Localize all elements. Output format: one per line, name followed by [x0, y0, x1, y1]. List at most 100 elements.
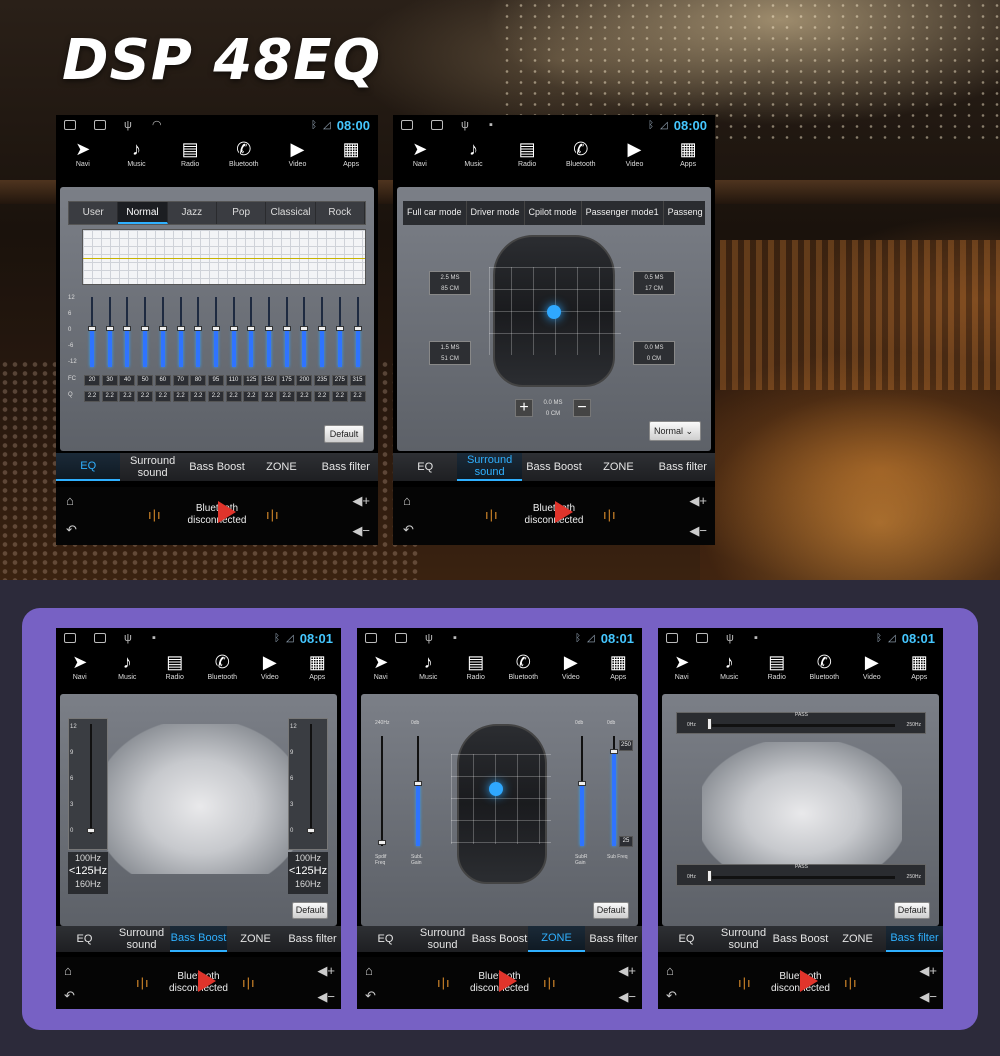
fc-value[interactable]: 235: [314, 375, 331, 386]
play-icon[interactable]: [218, 501, 236, 523]
q-value[interactable]: 2.2: [119, 391, 136, 402]
default-button[interactable]: Default: [292, 902, 328, 919]
back-icon[interactable]: ↶: [66, 522, 77, 538]
slider-knob[interactable]: [353, 326, 362, 331]
fc-value[interactable]: 30: [101, 375, 118, 386]
home-icon[interactable]: ⌂: [66, 493, 77, 508]
slider-knob[interactable]: [265, 326, 273, 331]
eq-band-slider[interactable]: [282, 297, 291, 367]
tab-surround[interactable]: Surround sound: [414, 926, 471, 952]
fc-value[interactable]: 70: [172, 375, 189, 386]
mode-passenger1[interactable]: Passenger mode1: [582, 201, 664, 225]
q-value[interactable]: 2.2: [137, 391, 154, 402]
slider-knob[interactable]: [87, 828, 95, 833]
eq-band-slider[interactable]: [335, 297, 344, 367]
volume-down-icon[interactable]: ◀−: [919, 989, 937, 1005]
q-value[interactable]: 2.2: [84, 391, 100, 402]
app-bluetooth[interactable]: ✆ Bluetooth: [221, 137, 267, 179]
slider-knob[interactable]: [176, 326, 185, 331]
app-radio[interactable]: ▤ Radio: [167, 137, 213, 179]
fc-value[interactable]: 50: [137, 375, 154, 386]
app-apps[interactable]: ▦ Apps: [665, 137, 711, 179]
app-bluetooth[interactable]: ✆ Bluetooth: [558, 137, 604, 179]
tab-eq[interactable]: EQ: [658, 926, 715, 952]
play-icon[interactable]: [555, 501, 573, 523]
slider-knob[interactable]: [335, 326, 344, 331]
slider-knob[interactable]: [141, 326, 150, 331]
app-navi[interactable]: ➤ Navi: [358, 650, 404, 692]
slider-knob[interactable]: [307, 828, 315, 833]
volume-up-icon[interactable]: ◀+: [618, 963, 636, 979]
slider-knob[interactable]: [707, 718, 712, 730]
q-value[interactable]: 2.2: [207, 391, 224, 402]
mode-driver[interactable]: Driver mode: [467, 201, 525, 225]
slider-knob[interactable]: [105, 326, 114, 331]
tab-bass-boost[interactable]: Bass Boost: [170, 926, 227, 952]
app-radio[interactable]: ▤ Radio: [754, 650, 800, 692]
zone-slider[interactable]: [414, 736, 422, 846]
q-value[interactable]: 2.2: [261, 391, 277, 402]
fc-value[interactable]: 20: [84, 375, 100, 386]
app-video[interactable]: ▶ Video: [611, 137, 657, 179]
right-freq-list[interactable]: 100Hz <125Hz 160Hz: [288, 852, 328, 894]
q-value[interactable]: 2.2: [349, 391, 366, 402]
preset-pop[interactable]: Pop: [217, 202, 267, 224]
app-video[interactable]: ▶ Video: [548, 650, 594, 692]
app-navi[interactable]: ➤ Navi: [659, 650, 705, 692]
tab-bass-boost[interactable]: Bass Boost: [471, 926, 528, 952]
back-icon[interactable]: ↶: [403, 522, 414, 538]
zone-slider[interactable]: [578, 736, 586, 846]
fc-value[interactable]: 315: [349, 375, 366, 386]
app-apps[interactable]: ▦ Apps: [328, 137, 374, 179]
slider-knob[interactable]: [610, 749, 618, 754]
default-button[interactable]: Default: [894, 902, 930, 919]
preset-classical[interactable]: Classical: [266, 202, 316, 224]
tab-surround[interactable]: Surround sound: [120, 453, 184, 481]
tab-surround[interactable]: Surround sound: [113, 926, 170, 952]
slider-knob[interactable]: [707, 870, 712, 882]
slider-knob[interactable]: [282, 326, 291, 331]
app-music[interactable]: ♪ Music: [104, 650, 150, 692]
eq-band-slider[interactable]: [176, 297, 185, 367]
mode-copilot[interactable]: Cpilot mode: [525, 201, 582, 225]
zone-slider[interactable]: [378, 736, 386, 846]
default-button[interactable]: Default: [324, 425, 364, 443]
volume-up-icon[interactable]: ◀+: [352, 493, 370, 509]
tab-surround[interactable]: Surround sound: [457, 453, 522, 481]
tab-bass-filter[interactable]: Bass filter: [651, 453, 715, 481]
fc-value[interactable]: 40: [119, 375, 136, 386]
home-icon[interactable]: ⌂: [64, 963, 75, 978]
fc-value[interactable]: 275: [331, 375, 348, 386]
home-icon[interactable]: ⌂: [365, 963, 376, 978]
eq-band-slider[interactable]: [247, 297, 256, 367]
zone-position-marker[interactable]: [489, 782, 503, 796]
fc-value[interactable]: 125: [243, 375, 260, 386]
app-music[interactable]: ♪ Music: [405, 650, 451, 692]
preset-user[interactable]: User: [69, 202, 119, 224]
tab-zone[interactable]: ZONE: [528, 926, 585, 952]
app-music[interactable]: ♪ Music: [706, 650, 752, 692]
increase-delay-button[interactable]: +: [515, 399, 533, 417]
slider-knob[interactable]: [578, 781, 586, 786]
delay-front-left[interactable]: 2.5 MS 85 CM: [429, 271, 471, 295]
app-video[interactable]: ▶ Video: [849, 650, 895, 692]
rear-pass-slider[interactable]: PASS 0Hz 250Hz: [676, 864, 926, 886]
tab-zone[interactable]: ZONE: [227, 926, 284, 952]
q-value[interactable]: 2.2: [296, 391, 313, 402]
boost-slider[interactable]: [87, 724, 95, 834]
tab-eq[interactable]: EQ: [357, 926, 414, 952]
volume-down-icon[interactable]: ◀−: [618, 989, 636, 1005]
left-freq-list[interactable]: 100Hz <125Hz 160Hz: [68, 852, 108, 894]
tab-zone[interactable]: ZONE: [829, 926, 886, 952]
eq-band-slider[interactable]: [211, 297, 220, 367]
app-radio[interactable]: ▤ Radio: [453, 650, 499, 692]
q-value[interactable]: 2.2: [190, 391, 207, 402]
freq-option[interactable]: 160Hz: [288, 878, 328, 891]
q-value[interactable]: 2.2: [172, 391, 189, 402]
app-bluetooth[interactable]: ✆ Bluetooth: [801, 650, 847, 692]
eq-band-slider[interactable]: [158, 297, 167, 367]
app-apps[interactable]: ▦ Apps: [595, 650, 641, 692]
eq-band-slider[interactable]: [300, 297, 309, 367]
eq-band-slider[interactable]: [265, 297, 273, 367]
play-icon[interactable]: [499, 970, 517, 992]
